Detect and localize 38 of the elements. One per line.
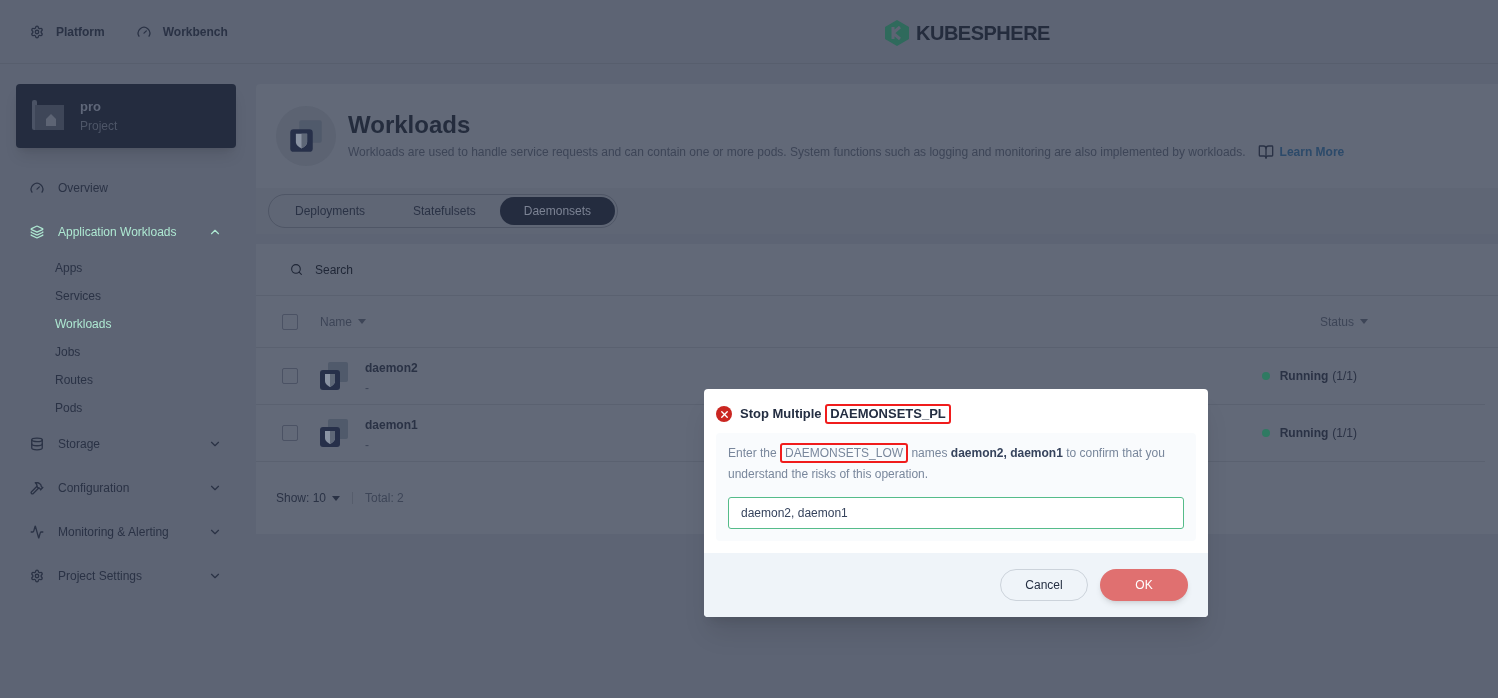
tab[interactable]: Daemonsets [499, 197, 616, 225]
project-name: pro [80, 98, 102, 117]
caret-icon [1360, 319, 1368, 324]
settings-icon [30, 569, 44, 583]
workload-icon [318, 417, 350, 449]
sidebar-item[interactable]: Application Workloads [16, 210, 236, 254]
status-text: Running [1279, 368, 1329, 385]
workload-description: - [365, 440, 370, 450]
pulse-icon [30, 525, 44, 539]
workload-name[interactable]: daemon2 [365, 359, 1262, 377]
page-title: Workloads [348, 111, 472, 139]
caret-icon [332, 495, 341, 501]
status-count: (1/1) [1332, 425, 1357, 442]
layers-icon [30, 225, 44, 239]
workload-icon [288, 117, 324, 155]
logo-icon [884, 19, 910, 47]
search-field[interactable]: Search [315, 260, 715, 279]
page-size-select[interactable]: Show: 10 [276, 489, 341, 507]
status-count: (1/1) [1332, 368, 1357, 385]
gauge-icon [30, 181, 44, 195]
workload-description: - [365, 383, 370, 393]
dialog-message: Enter the DAEMONSETS_LOW names daemon2, daemon1 to confirm that you understand the risks of this operation. [728, 443, 1184, 485]
ok-button[interactable]: OK [1100, 569, 1188, 601]
hammer-icon [30, 481, 44, 495]
workload-icon [318, 360, 350, 392]
book-icon [1257, 144, 1274, 160]
gauge-icon [136, 24, 151, 39]
settings-icon [30, 24, 44, 39]
caret-icon [358, 319, 366, 324]
project-icon [32, 100, 64, 132]
dialog-title: Stop Multiple DAEMONSETS_PL [740, 403, 951, 425]
logo[interactable]: KUBESPHERE [884, 18, 1050, 48]
database-icon [30, 437, 44, 451]
error-icon [716, 406, 732, 422]
search-icon [290, 263, 303, 276]
status-text: Running [1279, 425, 1329, 442]
confirm-input[interactable]: daemon2, daemon1 [728, 497, 1184, 529]
sidebar-subitem[interactable]: Workloads [16, 310, 236, 338]
